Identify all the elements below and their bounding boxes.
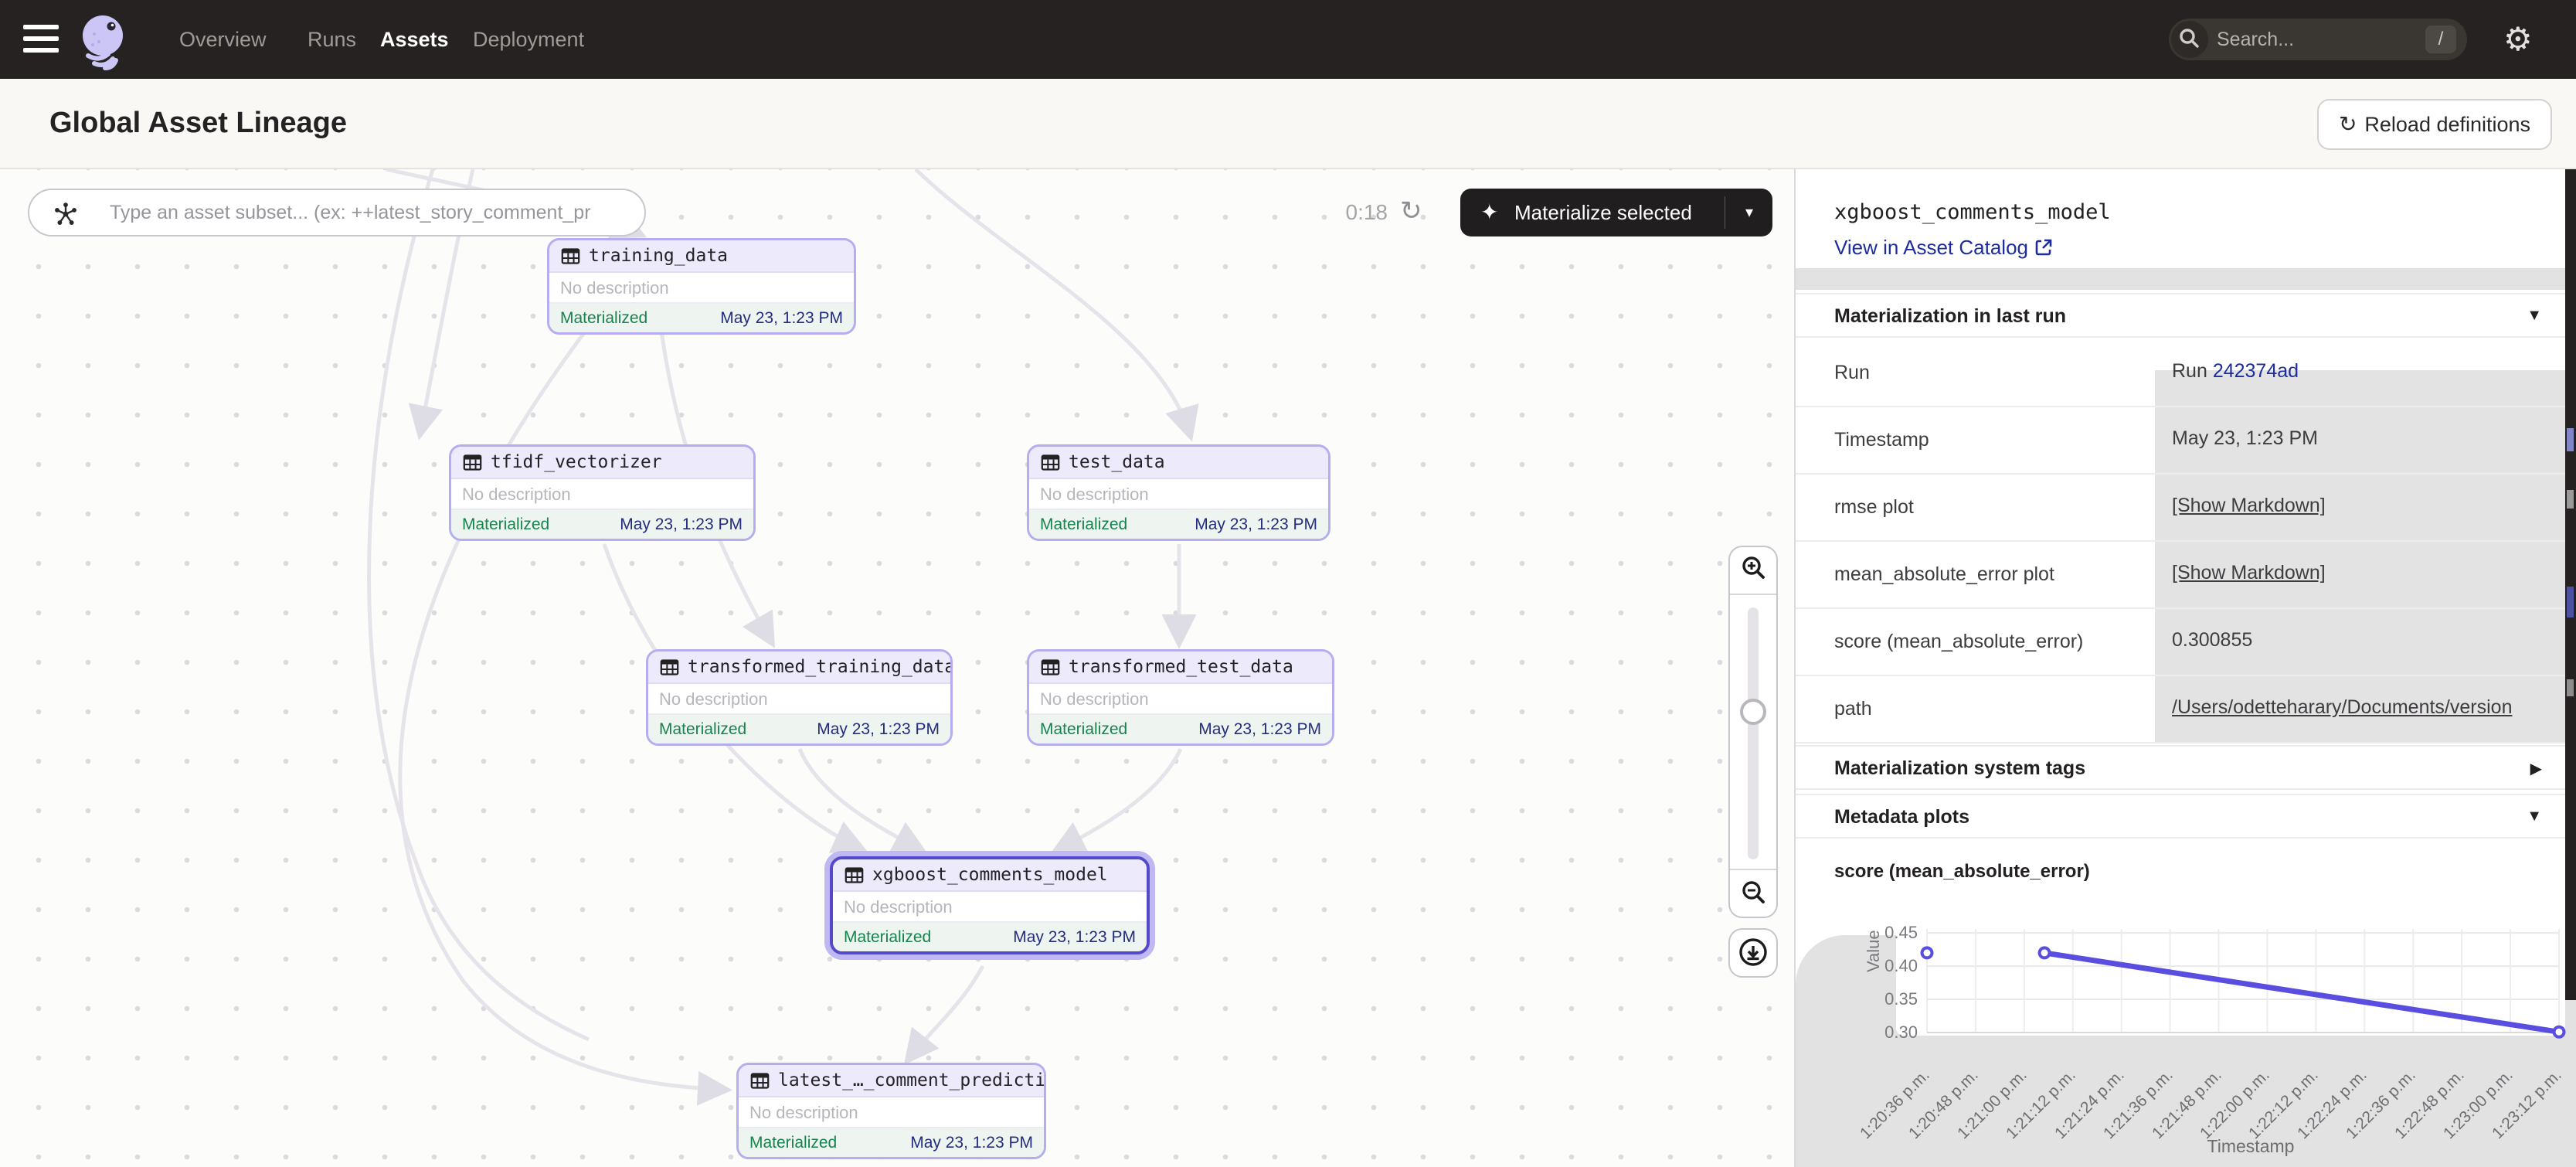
chevron-down-icon[interactable]: ▼ <box>2527 808 2542 825</box>
metadata-plot-title: score (mean_absolute_error) <box>1834 861 2090 883</box>
materialize-dropdown-caret[interactable]: ▾ <box>1726 189 1772 236</box>
status-badge: Materialized <box>462 515 549 534</box>
asset-node-transformed-training-data[interactable]: transformed_training_data No description… <box>646 649 953 746</box>
dagster-logo-icon[interactable] <box>71 8 134 71</box>
asset-subset-filter[interactable] <box>28 189 646 236</box>
tab-runs[interactable]: Runs <box>308 0 356 79</box>
run-id-link[interactable]: 242374ad <box>2213 360 2299 382</box>
table-row-mean-absolute-error-plot: mean_absolute_error plot [Show Markdown] <box>1796 542 2576 609</box>
table-row-path: path /Users/odetteharary/Documents/versi… <box>1796 676 2576 743</box>
top-navbar: Overview Runs Assets Deployment / ⚙ <box>0 0 2576 79</box>
zoom-controls <box>1728 546 1778 918</box>
materialized-timestamp: May 23, 1:23 PM <box>1198 720 1321 739</box>
zoom-slider-thumb[interactable] <box>1740 699 1766 725</box>
table-icon <box>659 657 680 678</box>
zoom-in-button[interactable] <box>1730 547 1776 595</box>
window-edge-strip <box>2565 169 2576 1000</box>
table-icon <box>560 246 581 267</box>
materialized-timestamp: May 23, 1:23 PM <box>720 309 843 328</box>
reload-definitions-button[interactable]: ↻Reload definitions <box>2317 99 2552 150</box>
y-tick-label: 0.30 <box>1871 1022 1918 1043</box>
asset-node-training-data[interactable]: training_data No description Materialize… <box>547 238 856 335</box>
materialized-timestamp: May 23, 1:23 PM <box>1195 515 1317 534</box>
hamburger-menu-icon[interactable] <box>23 25 59 54</box>
status-badge: Materialized <box>560 309 647 328</box>
status-badge: Materialized <box>1040 515 1127 534</box>
materialized-timestamp: May 23, 1:23 PM <box>1013 928 1136 947</box>
asset-node-xgboost-comments-model[interactable]: xgboost_comments_model No description Ma… <box>830 856 1150 954</box>
y-tick-label: 0.45 <box>1871 923 1918 943</box>
search-input[interactable] <box>2217 23 2394 56</box>
external-link-icon <box>2034 238 2053 257</box>
section-materialization-system-tags[interactable]: Materialization system tags ▶ <box>1796 745 2576 790</box>
materialized-timestamp: May 23, 1:23 PM <box>910 1134 1033 1152</box>
asset-node-test-data[interactable]: test_data No description MaterializedMay… <box>1027 444 1330 541</box>
materialized-timestamp: May 23, 1:23 PM <box>817 720 940 739</box>
asset-node-transformed-test-data[interactable]: transformed_test_data No description Mat… <box>1027 649 1334 746</box>
table-icon <box>1040 657 1061 678</box>
status-badge: Materialized <box>1040 720 1127 739</box>
page-title: Global Asset Lineage <box>49 107 347 140</box>
download-image-button[interactable] <box>1728 928 1778 978</box>
materialized-timestamp: May 23, 1:23 PM <box>620 515 743 534</box>
table-icon <box>749 1070 770 1091</box>
search-icon <box>2171 21 2208 58</box>
status-badge: Materialized <box>659 720 746 739</box>
section-materialization-in-last-run[interactable]: Materialization in last run ▼ <box>1796 293 2576 338</box>
tab-assets[interactable]: Assets <box>380 0 449 79</box>
refresh-timer: 0:18 <box>1313 200 1388 225</box>
y-tick-label: 0.40 <box>1871 956 1918 976</box>
page-header: Global Asset Lineage ↻Reload definitions <box>0 79 2576 169</box>
zoom-slider-track[interactable] <box>1748 607 1759 859</box>
asset-subset-input[interactable] <box>110 195 635 230</box>
chevron-down-icon[interactable]: ▼ <box>2527 307 2542 325</box>
status-badge: Materialized <box>749 1134 837 1152</box>
op-selector-icon <box>53 201 79 227</box>
materialization-metadata-table: Run Run 242374ad Timestamp May 23, 1:23 … <box>1796 340 2576 743</box>
materialize-selected-button[interactable]: ✦ Materialize selected ▾ <box>1460 189 1772 236</box>
divider-band <box>1796 268 2576 290</box>
table-row-rmse-plot: rmse plot [Show Markdown] <box>1796 475 2576 542</box>
asset-details-panel: xgboost_comments_model View in Asset Cat… <box>1794 169 2576 1167</box>
y-tick-label: 0.35 <box>1871 989 1918 1009</box>
asset-node-tfidf-vectorizer[interactable]: tfidf_vectorizer No description Material… <box>449 444 756 541</box>
table-icon <box>844 865 865 886</box>
reload-icon: ↻ <box>2339 112 2357 136</box>
table-row-run: Run Run 242374ad <box>1796 340 2576 407</box>
asset-lineage-canvas[interactable]: 0:18 ↻ ✦ Materialize selected ▾ training… <box>0 169 1794 1167</box>
view-in-asset-catalog-link[interactable]: View in Asset Catalog <box>1834 236 2053 260</box>
score-line-chart: Value Timestamp 0.450.400.350.301:20:36 … <box>1796 881 2576 1167</box>
table-row-score: score (mean_absolute_error) 0.300855 <box>1796 609 2576 676</box>
settings-gear-icon[interactable]: ⚙ <box>2503 20 2533 58</box>
asset-name-title: xgboost_comments_model <box>1834 200 2111 224</box>
table-icon <box>1040 452 1061 473</box>
table-icon <box>462 452 483 473</box>
tab-deployment[interactable]: Deployment <box>473 0 584 79</box>
tab-overview[interactable]: Overview <box>179 0 267 79</box>
asset-node-latest-comment-predictions[interactable]: latest_…_comment_predictions No descript… <box>736 1063 1046 1159</box>
search-shortcut-badge: / <box>2425 26 2456 53</box>
zoom-out-button[interactable] <box>1730 869 1776 917</box>
global-search[interactable]: / <box>2169 19 2467 60</box>
chevron-right-icon[interactable]: ▶ <box>2530 759 2542 778</box>
sparkle-icon: ✦ <box>1480 189 1498 236</box>
show-markdown-link[interactable]: [Show Markdown] <box>2172 495 2326 517</box>
section-metadata-plots[interactable]: Metadata plots ▼ <box>1796 794 2576 839</box>
path-link[interactable]: /Users/odetteharary/Documents/version <box>2172 696 2512 719</box>
show-markdown-link[interactable]: [Show Markdown] <box>2172 562 2326 584</box>
refresh-icon[interactable]: ↻ <box>1400 196 1422 226</box>
status-badge: Materialized <box>844 928 931 947</box>
table-row-timestamp: Timestamp May 23, 1:23 PM <box>1796 407 2576 475</box>
